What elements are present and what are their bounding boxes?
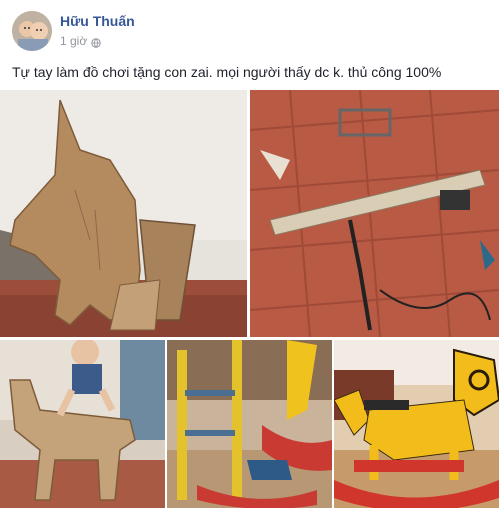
painted-rocking-horse-photo[interactable] bbox=[334, 340, 499, 508]
post-timestamp[interactable]: 1 giờ bbox=[60, 34, 87, 48]
author-avatar[interactable] bbox=[12, 11, 52, 51]
rocking-horse-frame-photo[interactable] bbox=[167, 340, 332, 508]
wooden-horse-cutout-photo[interactable] bbox=[0, 90, 247, 337]
workshop-tools-photo[interactable] bbox=[250, 90, 499, 337]
post-header: Hữu Thuấn 1 giờ bbox=[0, 0, 499, 58]
baby-on-wooden-horse-photo[interactable] bbox=[0, 340, 165, 508]
post-text: Tự tay làm đồ chơi tặng con zai. mọi ngư… bbox=[12, 64, 442, 80]
author-name[interactable]: Hữu Thuấn bbox=[60, 13, 135, 29]
globe-icon bbox=[91, 35, 101, 48]
